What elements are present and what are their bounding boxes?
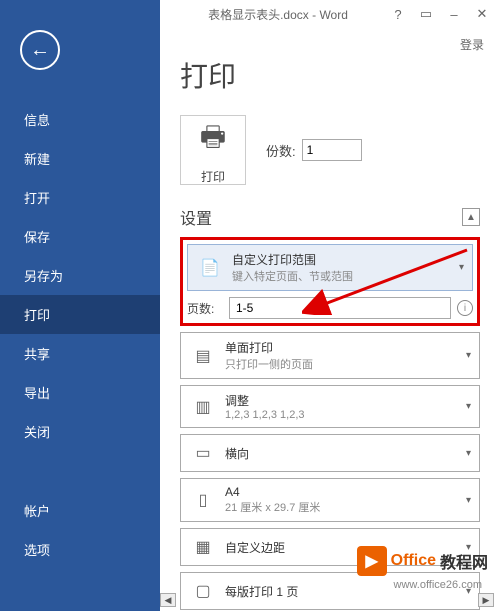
nav-saveas[interactable]: 另存为 <box>0 256 160 295</box>
close-button[interactable]: ✕ <box>472 4 492 24</box>
minimize-button[interactable]: – <box>444 4 464 24</box>
scroll-left-button[interactable]: ◀ <box>160 593 176 607</box>
page-title: 打印 <box>180 55 480 95</box>
print-button[interactable]: 🖶 打印 <box>180 115 246 185</box>
watermark: ▶ Office 教程网 <box>357 546 488 576</box>
setting-one-sided[interactable]: ▤ 单面打印 只打印一侧的页面 ▾ <box>180 332 480 379</box>
back-button[interactable]: ← <box>20 30 60 70</box>
scroll-right-button[interactable]: ▶ <box>478 593 494 607</box>
nav-close[interactable]: 关闭 <box>0 412 160 451</box>
setting-sub: 21 厘米 x 29.7 厘米 <box>225 499 458 515</box>
print-button-label: 打印 <box>201 168 225 185</box>
nav-save[interactable]: 保存 <box>0 217 160 256</box>
nav-export[interactable]: 导出 <box>0 373 160 412</box>
setting-title: 横向 <box>225 445 458 462</box>
margins-icon: ▦ <box>189 535 217 559</box>
pages-icon: 📄 <box>196 256 224 280</box>
chevron-down-icon: ▾ <box>466 495 471 506</box>
setting-sub: 1,2,3 1,2,3 1,2,3 <box>225 409 458 421</box>
chevron-down-icon: ▾ <box>466 401 471 412</box>
nav-share[interactable]: 共享 <box>0 334 160 373</box>
setting-print-range[interactable]: 📄 自定义打印范围 键入特定页面、节或范围 ▾ <box>187 244 473 291</box>
help-button[interactable]: ? <box>388 4 408 24</box>
nav-options[interactable]: 选项 <box>0 530 160 569</box>
scroll-up-button[interactable]: ▲ <box>462 208 480 226</box>
setting-title: 调整 <box>225 392 458 409</box>
window-menu-button[interactable]: ▭ <box>416 4 436 24</box>
settings-title: 设置 <box>180 205 212 229</box>
page-side-icon: ▤ <box>189 344 217 368</box>
setting-title: 单面打印 <box>225 339 458 356</box>
pages-label: 页数: <box>187 300 223 317</box>
chevron-down-icon: ▾ <box>466 350 471 361</box>
setting-sub: 只打印一侧的页面 <box>225 356 458 372</box>
window-title: 表格显示表头.docx - Word <box>168 6 388 23</box>
horizontal-scrollbar[interactable]: ◀ ▶ <box>160 593 494 607</box>
setting-collate[interactable]: ▥ 调整 1,2,3 1,2,3 1,2,3 ▾ <box>180 385 480 428</box>
nav-info[interactable]: 信息 <box>0 100 160 139</box>
chevron-down-icon: ▾ <box>466 448 471 459</box>
collate-icon: ▥ <box>189 395 217 419</box>
orientation-icon: ▭ <box>189 441 217 465</box>
info-icon[interactable]: i <box>457 300 473 316</box>
pages-input[interactable] <box>229 297 451 319</box>
sidebar: ← 信息 新建 打开 保存 另存为 打印 共享 导出 关闭 帐户 选项 <box>0 0 160 611</box>
setting-title: A4 <box>225 485 458 499</box>
chevron-down-icon: ▾ <box>459 262 464 273</box>
back-arrow-icon: ← <box>30 39 50 62</box>
watermark-icon: ▶ <box>357 546 387 576</box>
setting-sub: 键入特定页面、节或范围 <box>232 268 451 284</box>
nav-open[interactable]: 打开 <box>0 178 160 217</box>
paper-icon: ▯ <box>189 488 217 512</box>
highlight-annotation: 📄 自定义打印范围 键入特定页面、节或范围 ▾ 页数: i <box>180 237 480 326</box>
printer-icon: 🖶 <box>200 116 226 164</box>
nav-new[interactable]: 新建 <box>0 139 160 178</box>
watermark-brand2: 教程网 <box>440 549 488 573</box>
nav-account[interactable]: 帐户 <box>0 491 160 530</box>
copies-input[interactable] <box>302 139 362 161</box>
setting-title: 自定义打印范围 <box>232 251 451 268</box>
setting-orientation[interactable]: ▭ 横向 ▾ <box>180 434 480 472</box>
watermark-url: www.office26.com <box>394 579 482 591</box>
setting-paper-size[interactable]: ▯ A4 21 厘米 x 29.7 厘米 ▾ <box>180 478 480 522</box>
copies-label: 份数: <box>266 141 296 160</box>
nav-print[interactable]: 打印 <box>0 295 160 334</box>
watermark-brand1: Office <box>391 552 436 570</box>
main-panel: 打印 🖶 打印 份数: 设置 ▲ 📄 自定义打印范围 键入特定页面、节或 <box>160 0 500 611</box>
